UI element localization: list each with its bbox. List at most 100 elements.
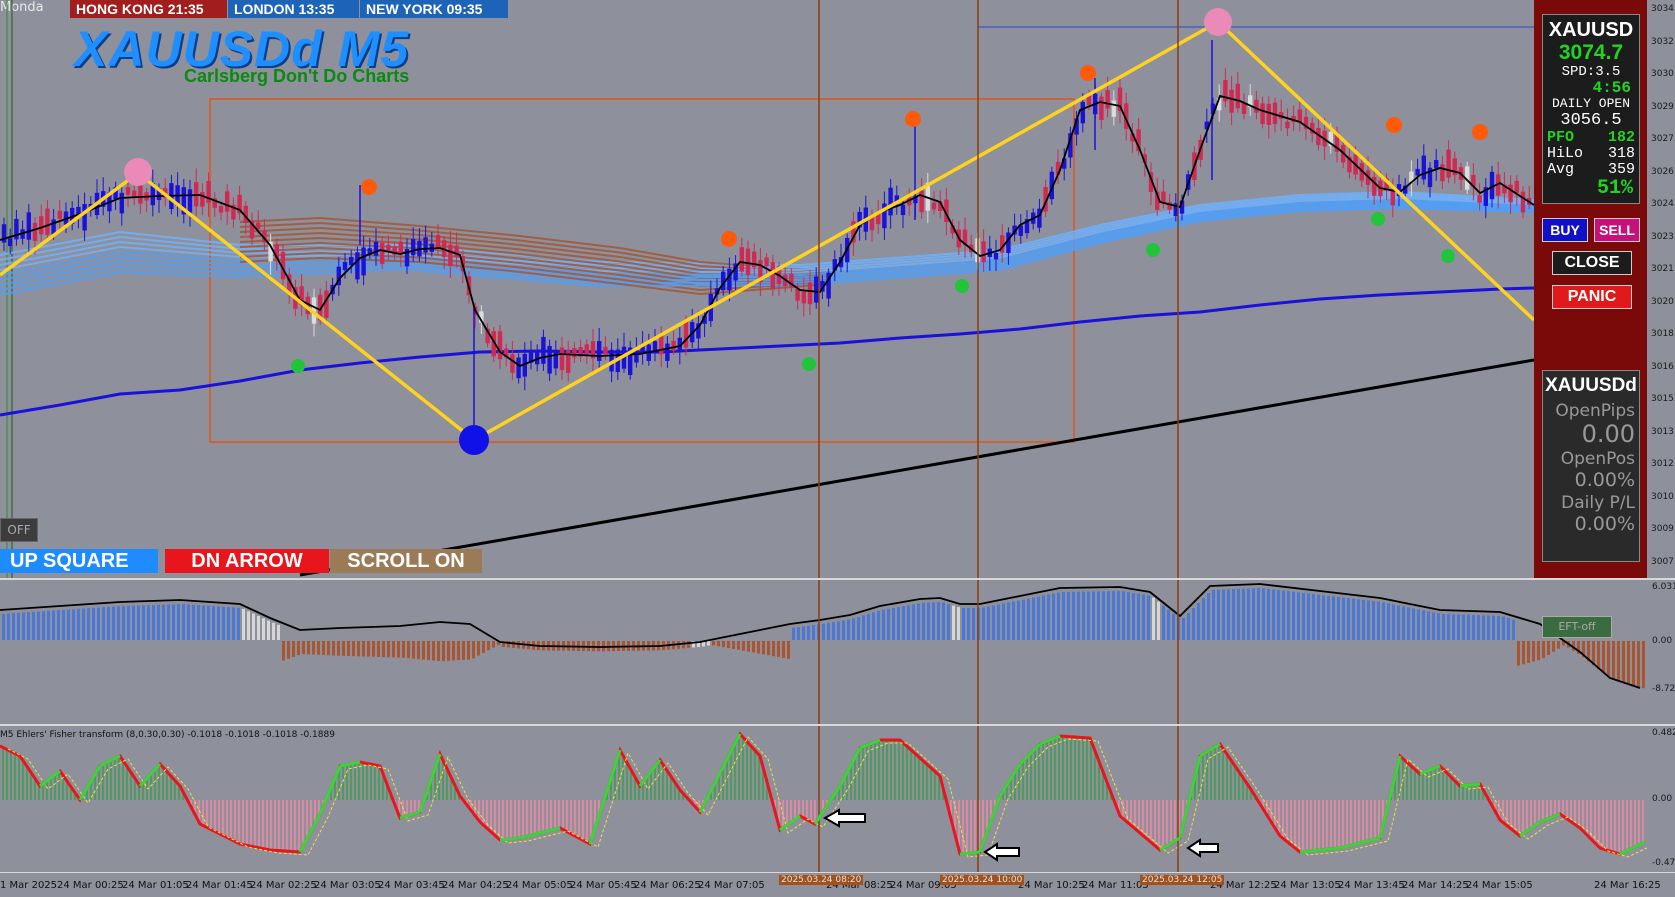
macd-bar bbox=[392, 641, 395, 658]
fisher-bar bbox=[46, 781, 48, 800]
candle-body bbox=[801, 291, 806, 304]
fisher-bar bbox=[1202, 754, 1204, 800]
macd-bar bbox=[1232, 589, 1235, 640]
macd-bar bbox=[32, 611, 35, 640]
fisher-bar bbox=[154, 770, 156, 800]
fisher-bar bbox=[738, 737, 740, 800]
candle-body bbox=[380, 242, 385, 264]
macd-bar bbox=[1297, 592, 1300, 640]
fisher-bar bbox=[258, 800, 260, 848]
fisher-bar bbox=[1170, 800, 1172, 844]
fisher-bar bbox=[934, 770, 936, 800]
stats-box: XAUUSD 3074.7 SPD:3.5 4:56 DAILY OPEN 30… bbox=[1542, 14, 1640, 204]
macd-bar bbox=[27, 612, 30, 640]
macd-bar bbox=[1242, 588, 1245, 640]
macd-bar bbox=[1387, 603, 1390, 640]
fisher-bar bbox=[1582, 800, 1584, 830]
macd-bar bbox=[1107, 591, 1110, 640]
macd-bar bbox=[997, 604, 1000, 640]
candle-body bbox=[200, 192, 205, 207]
macd-bar bbox=[282, 641, 285, 661]
fisher-bar bbox=[1354, 800, 1356, 845]
candle-body bbox=[1440, 164, 1445, 182]
macd-bar bbox=[1077, 591, 1080, 640]
fisher-bar bbox=[558, 800, 560, 829]
macd-bar bbox=[137, 605, 140, 640]
macd-bar bbox=[387, 641, 390, 658]
macd-bar bbox=[1197, 603, 1200, 640]
macd-bar bbox=[837, 621, 840, 640]
macd-bar bbox=[342, 641, 345, 656]
fisher-bar bbox=[94, 776, 96, 800]
candle-body bbox=[225, 191, 230, 212]
price-tick: 3009.0 bbox=[1651, 524, 1675, 534]
fisher-bars bbox=[2, 736, 1644, 854]
price-tick: 3026.0 bbox=[1651, 166, 1675, 177]
off-toggle[interactable]: OFF bbox=[0, 518, 38, 542]
sell-button[interactable]: SELL bbox=[1594, 218, 1640, 242]
candle-body bbox=[739, 247, 744, 272]
macd-bar bbox=[242, 608, 245, 640]
fisher-bar bbox=[918, 756, 920, 800]
macd-bar bbox=[1217, 589, 1220, 640]
macd-bar bbox=[1317, 594, 1320, 640]
macd-bar bbox=[1182, 618, 1185, 640]
avg-row: Avg 359 bbox=[1543, 162, 1639, 178]
candle-body bbox=[8, 238, 13, 247]
zigzag-high-marker bbox=[1204, 8, 1232, 36]
macd-bar bbox=[302, 641, 305, 655]
fisher-tick-bottom: -0.476 bbox=[1652, 858, 1675, 868]
up-square-toggle[interactable]: UP SQUARE bbox=[0, 549, 158, 573]
macd-bar bbox=[1247, 588, 1250, 640]
price-tick: 3021.5 bbox=[1651, 264, 1675, 274]
fisher-bar bbox=[902, 741, 904, 800]
dn-arrow-toggle[interactable]: DN ARROW bbox=[165, 549, 329, 573]
macd-bar bbox=[952, 605, 955, 640]
fisher-bar bbox=[1334, 800, 1336, 849]
panic-button[interactable]: PANIC bbox=[1552, 285, 1632, 309]
eft-toggle[interactable]: EFT-off bbox=[1542, 616, 1612, 638]
macd-bar bbox=[47, 610, 50, 640]
macd-bars bbox=[2, 588, 1645, 689]
macd-bar bbox=[932, 602, 935, 640]
fisher-bar bbox=[58, 772, 60, 800]
macd-bar bbox=[1457, 614, 1460, 640]
macd-bar bbox=[377, 641, 380, 657]
price-tick: 3015.6 bbox=[1651, 394, 1675, 404]
macd-bar bbox=[1167, 609, 1170, 640]
macd-bar bbox=[1227, 589, 1230, 640]
macd-bar bbox=[1632, 641, 1635, 686]
macd-bar bbox=[807, 625, 810, 640]
fisher-bar bbox=[1586, 800, 1588, 834]
fisher-bar bbox=[562, 800, 564, 830]
fisher-bar bbox=[294, 800, 296, 852]
fisher-bar bbox=[6, 749, 8, 800]
macd-bar bbox=[1382, 602, 1385, 640]
fisher-transform-pane[interactable] bbox=[0, 726, 1647, 872]
fisher-bar bbox=[218, 800, 220, 833]
macd-bar bbox=[847, 619, 850, 640]
price-tick: 3007.5 bbox=[1651, 556, 1675, 567]
fisher-bar bbox=[270, 800, 272, 850]
macd-bar bbox=[117, 606, 120, 640]
macd-bar bbox=[127, 605, 130, 640]
macd-bar bbox=[1312, 594, 1315, 640]
candle-body bbox=[1421, 155, 1426, 180]
fisher-bar bbox=[1226, 752, 1228, 800]
price-tick: 3010.5 bbox=[1651, 491, 1675, 502]
macd-bar bbox=[917, 603, 920, 640]
macd-histogram-pane[interactable] bbox=[0, 580, 1647, 724]
price-tick: 3020.0 bbox=[1651, 296, 1675, 307]
buy-button[interactable]: BUY bbox=[1542, 218, 1588, 242]
macd-bar bbox=[1057, 592, 1060, 640]
fisher-bar bbox=[658, 762, 660, 800]
macd-bar bbox=[1202, 598, 1205, 640]
close-button[interactable]: CLOSE bbox=[1552, 251, 1632, 275]
fisher-bar bbox=[586, 800, 588, 842]
macd-bar bbox=[1557, 641, 1560, 649]
candle-body bbox=[1111, 100, 1116, 117]
macd-bar bbox=[152, 604, 155, 640]
scroll-on-toggle[interactable]: SCROLL ON bbox=[330, 549, 482, 573]
fisher-bar bbox=[654, 767, 656, 800]
macd-bar bbox=[1052, 593, 1055, 640]
